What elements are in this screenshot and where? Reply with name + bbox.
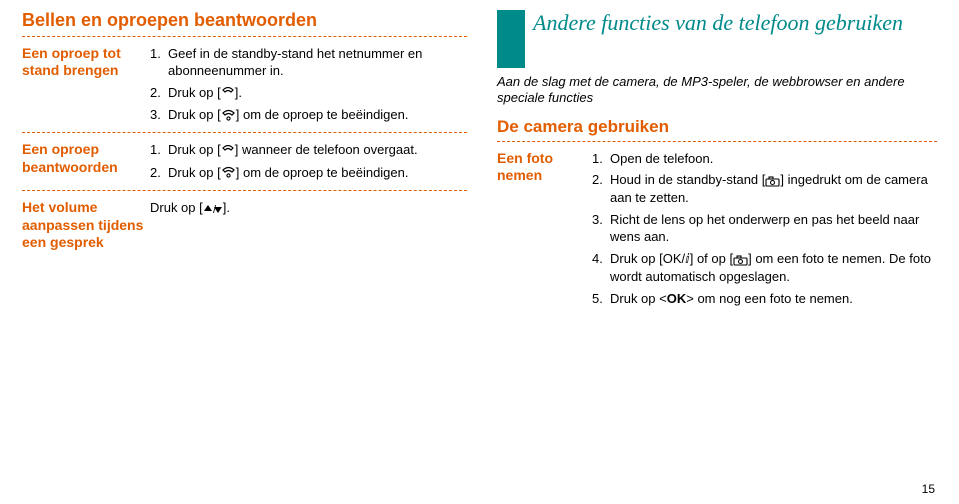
step-item: 3.Druk op [] om de oproep te beëindigen. [150, 106, 467, 124]
camera-icon [733, 251, 748, 269]
step-text: Druk op []. [168, 84, 467, 102]
step-item: 4.Druk op [OK/ⅈ] of op [] om een foto te… [592, 250, 937, 286]
step-text: Druk op [] wanneer de telefoon overgaat. [168, 141, 467, 159]
step-item: 3.Richt de lens op het onderwerp en pas … [592, 211, 937, 246]
call-icon [221, 84, 235, 102]
separator [497, 141, 937, 142]
end-icon [221, 164, 236, 182]
section-title: Andere functies van de telefoon gebruike… [533, 10, 903, 35]
instruction-row: Een oproep tot stand brengen1.Geef in de… [22, 45, 467, 129]
step-text: Druk op [] om de oproep te beëindigen. [168, 164, 467, 182]
step-item: 1.Druk op [] wanneer de telefoon overgaa… [150, 141, 467, 159]
end-icon [221, 107, 236, 125]
step-number: 2. [150, 164, 168, 182]
instruction-row: Het volume aanpassen tijdens een gesprek… [22, 199, 467, 252]
separator [22, 132, 467, 133]
updown-icon: / [203, 200, 223, 218]
step-text: Druk op [/]. [150, 199, 467, 217]
step-item: 1.Geef in de standby-stand het netnummer… [150, 45, 467, 80]
camera-icon [765, 172, 780, 190]
step-number: 3. [592, 211, 610, 246]
page-number: 15 [922, 482, 935, 496]
row-label: Het volume aanpassen tijdens een gesprek [22, 199, 150, 252]
step-text: Richt de lens op het onderwerp en pas he… [610, 211, 937, 246]
sub-heading: De camera gebruiken [497, 117, 937, 137]
step-text: Houd in de standby-stand [] ingedrukt om… [610, 171, 937, 207]
step-item: 2.Druk op []. [150, 84, 467, 102]
step-number: 2. [592, 171, 610, 207]
heading-call: Bellen en oproepen beantwoorden [22, 10, 467, 32]
step-text: Open de telefoon. [610, 150, 937, 168]
step-item: Druk op [/]. [150, 199, 467, 217]
step-text: Druk op [OK/ⅈ] of op [] om een foto te n… [610, 250, 937, 286]
step-text: Druk op <OK> om nog een foto te nemen. [610, 290, 937, 308]
step-number: 2. [150, 84, 168, 102]
separator [22, 190, 467, 191]
step-number: 1. [150, 141, 168, 159]
step-number: 3. [150, 106, 168, 124]
step-number: 5. [592, 290, 610, 308]
row-foto: Een foto nemen 1.Open de telefoon.2.Houd… [497, 150, 937, 312]
step-number: 1. [592, 150, 610, 168]
step-item: 5.Druk op <OK> om nog een foto te nemen. [592, 290, 937, 308]
intro-text: Aan de slag met de camera, de MP3-speler… [497, 74, 937, 107]
row-label: Een oproep tot stand brengen [22, 45, 150, 80]
section-tab: Andere functies van de telefoon gebruike… [497, 10, 937, 68]
step-item: 2.Houd in de standby-stand [] ingedrukt … [592, 171, 937, 207]
step-number: 4. [592, 250, 610, 286]
row-label: Een foto nemen [497, 150, 592, 185]
step-item: 2.Druk op [] om de oproep te beëindigen. [150, 164, 467, 182]
instruction-row: Een oproep beantwoorden1.Druk op [] wann… [22, 141, 467, 186]
row-label: Een oproep beantwoorden [22, 141, 150, 176]
step-number: 1. [150, 45, 168, 80]
step-item: 1.Open de telefoon. [592, 150, 937, 168]
step-text: Druk op [] om de oproep te beëindigen. [168, 106, 467, 124]
row-content: 1.Geef in de standby-stand het netnummer… [150, 45, 467, 129]
row-content: 1.Open de telefoon.2.Houd in de standby-… [592, 150, 937, 312]
row-content: 1.Druk op [] wanneer de telefoon overgaa… [150, 141, 467, 186]
row-content: Druk op [/]. [150, 199, 467, 221]
tab-rect [497, 10, 525, 68]
call-icon [221, 142, 235, 160]
separator [22, 36, 467, 37]
step-text: Geef in de standby-stand het netnummer e… [168, 45, 467, 80]
